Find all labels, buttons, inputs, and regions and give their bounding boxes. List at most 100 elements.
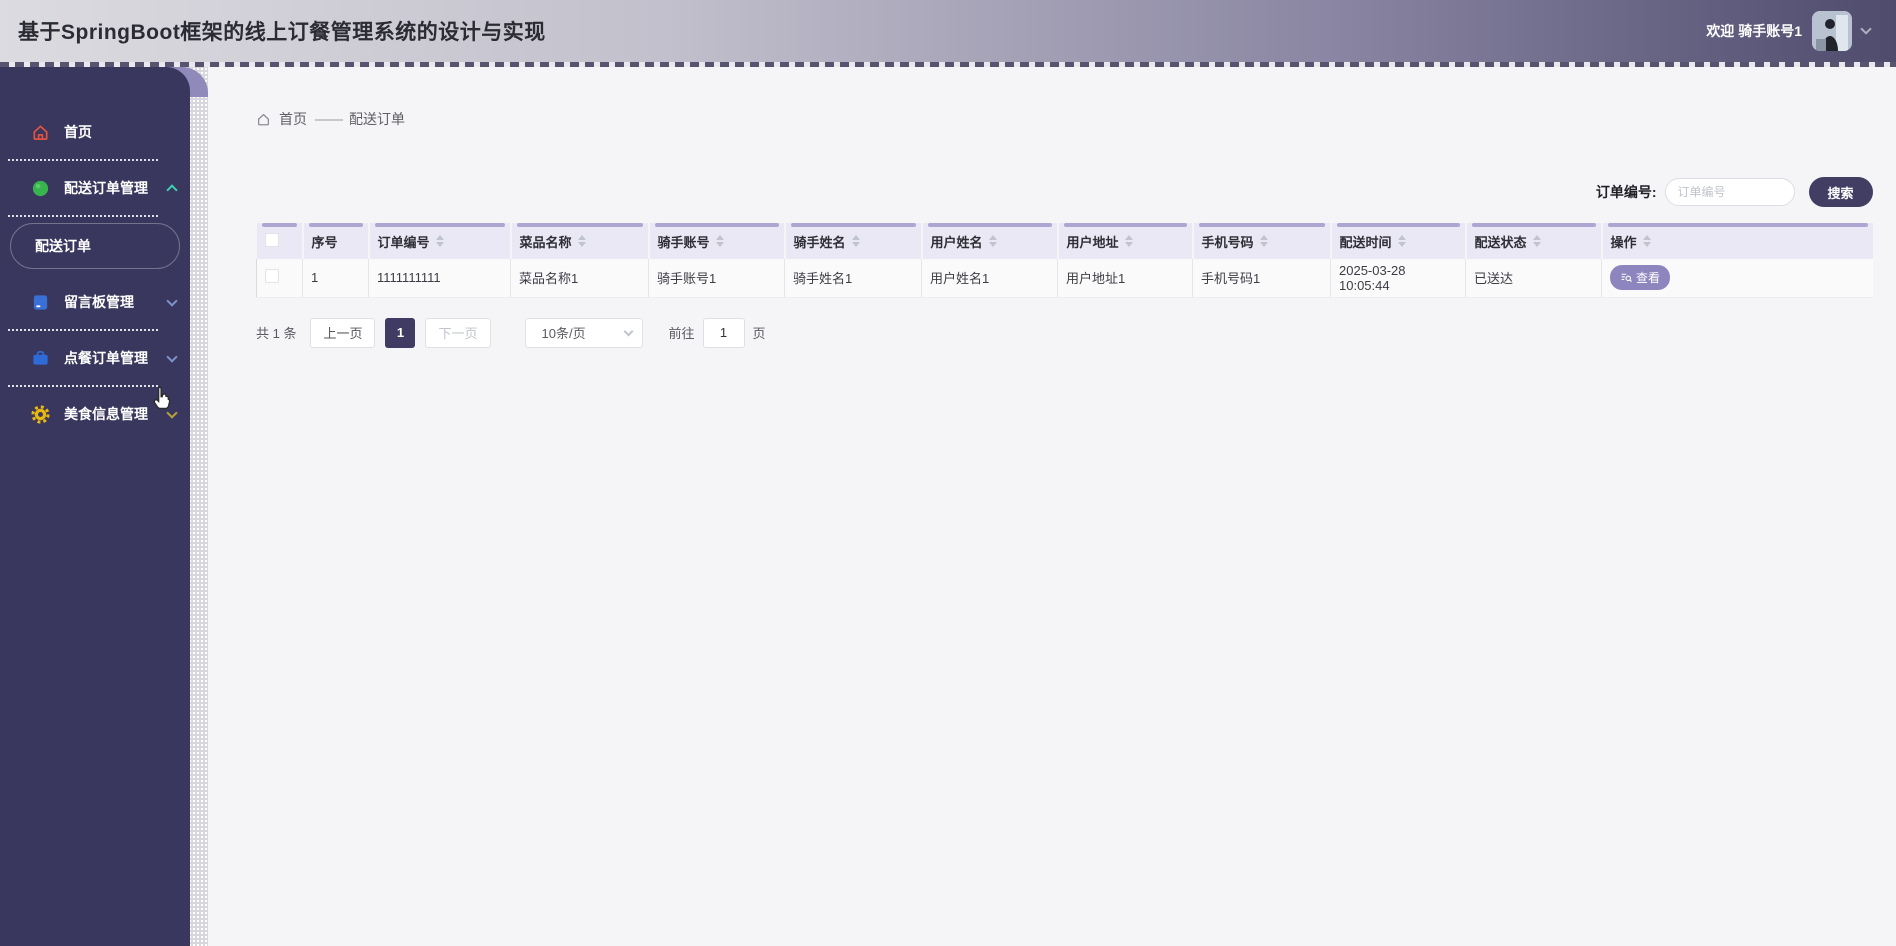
column-label: 骑手账号 <box>657 234 710 250</box>
goto-label: 前往 <box>668 326 695 341</box>
sort-carets-icon <box>988 235 997 247</box>
sort-carets-icon <box>577 235 586 247</box>
cell-rider-account: 骑手账号1 <box>648 259 785 298</box>
column-label: 菜品名称 <box>519 234 572 250</box>
view-button-label: 查看 <box>1636 271 1661 286</box>
column-label: 用户姓名 <box>930 234 983 250</box>
column-label: 操作 <box>1610 234 1637 250</box>
chevron-down-icon <box>623 326 633 336</box>
main-content: 首页 —— 配送订单 订单编号: 搜索 序号 订单编号 菜品名称 骑手账号 <box>208 67 1896 946</box>
sort-carets-icon <box>1259 235 1268 247</box>
user-avatar[interactable] <box>1812 11 1852 51</box>
chevron-down-icon <box>166 351 178 363</box>
column-header-actions[interactable]: 操作 <box>1600 223 1873 259</box>
next-page-button[interactable]: 下一页 <box>425 317 491 348</box>
column-label: 骑手姓名 <box>793 234 846 250</box>
sidebar-column: 首页 配送订单管理 配送订单 留言板管理 点餐订单管理 美食信息管理 <box>0 67 208 946</box>
sidebar-item-food-orders-management[interactable]: 点餐订单管理 <box>0 331 190 385</box>
green-dot-icon <box>30 178 50 198</box>
goto-page: 前往 页 <box>668 317 766 348</box>
order-number-input[interactable] <box>1664 178 1795 206</box>
user-dropdown-chevron-icon <box>1860 23 1872 35</box>
sidebar-item-label: 首页 <box>64 124 92 140</box>
sidebar-item-label: 留言板管理 <box>64 294 134 310</box>
column-label: 手机号码 <box>1201 234 1254 250</box>
column-label: 订单编号 <box>377 234 430 250</box>
page-size-select[interactable]: 10条/页 <box>524 317 643 348</box>
view-magnifier-icon <box>1621 273 1632 283</box>
breadcrumb: 首页 —— 配送订单 <box>256 109 1873 129</box>
sort-carets-icon <box>1397 235 1406 247</box>
page-size-value: 10条/页 <box>541 326 586 341</box>
pagination-total: 共 1 条 <box>256 326 297 341</box>
sidebar-nav: 首页 配送订单管理 配送订单 留言板管理 点餐订单管理 美食信息管理 <box>0 67 190 946</box>
column-header-delivery-time[interactable]: 配送时间 <box>1329 223 1466 259</box>
pagination: 共 1 条 上一页 1 下一页 10条/页 前往 页 <box>256 317 1873 348</box>
column-label: 配送时间 <box>1339 234 1392 250</box>
welcome-text: 欢迎 骑手账号1 <box>1706 23 1802 39</box>
search-label: 订单编号: <box>1595 184 1657 200</box>
orders-table: 序号 订单编号 菜品名称 骑手账号 骑手姓名 用户姓名 用户地址 手机号码 配送… <box>256 223 1873 298</box>
column-header-rider-account[interactable]: 骑手账号 <box>647 223 785 259</box>
user-area[interactable]: 欢迎 骑手账号1 <box>1706 11 1896 51</box>
view-button[interactable]: 查看 <box>1610 265 1671 291</box>
cell-actions: 查看 <box>1601 259 1873 298</box>
sort-carets-icon <box>1124 235 1133 247</box>
menu-separator <box>8 215 158 217</box>
cell-order-number: 1111111111 <box>368 259 511 298</box>
breadcrumb-current: 配送订单 <box>349 111 405 127</box>
cell-delivery-status: 已送达 <box>1465 259 1602 298</box>
page-number-active[interactable]: 1 <box>385 317 416 348</box>
cell-select <box>256 259 303 298</box>
home-icon <box>30 122 50 142</box>
app-title: 基于SpringBoot框架的线上订餐管理系统的设计与实现 <box>18 21 546 44</box>
header-select-all[interactable] <box>256 223 303 259</box>
column-header-phone[interactable]: 手机号码 <box>1191 223 1331 259</box>
sort-carets-icon <box>1642 235 1651 247</box>
sidebar-item-delivery-orders-management[interactable]: 配送订单管理 <box>0 161 190 215</box>
cell-user-address: 用户地址1 <box>1057 259 1193 298</box>
sidebar-item-message-board-management[interactable]: 留言板管理 <box>0 275 190 329</box>
column-label: 用户地址 <box>1066 234 1119 250</box>
breadcrumb-separator: —— <box>315 110 343 128</box>
sort-carets-icon <box>851 235 860 247</box>
sidebar-subitem-delivery-orders[interactable]: 配送订单 <box>10 223 180 269</box>
sidebar-item-home[interactable]: 首页 <box>0 105 190 159</box>
sort-carets-icon <box>435 235 444 247</box>
cell-index: 1 <box>302 259 369 298</box>
mouse-cursor-icon <box>148 383 178 413</box>
sort-carets-icon <box>1532 235 1541 247</box>
cell-rider-name: 骑手姓名1 <box>784 259 922 298</box>
breadcrumb-home[interactable]: 首页 <box>279 109 307 129</box>
column-header-dish-name[interactable]: 菜品名称 <box>509 223 649 259</box>
gear-icon <box>30 404 50 424</box>
sort-carets-icon <box>715 235 724 247</box>
column-header-user-address[interactable]: 用户地址 <box>1056 223 1193 259</box>
column-header-index[interactable]: 序号 <box>301 223 369 259</box>
sidebar-item-label: 配送订单管理 <box>64 180 148 196</box>
chevron-up-icon <box>166 184 178 196</box>
sidebar-item-label: 点餐订单管理 <box>64 350 148 366</box>
select-all-checkbox[interactable] <box>264 232 279 247</box>
app-header: 基于SpringBoot框架的线上订餐管理系统的设计与实现 欢迎 骑手账号1 <box>0 0 1896 62</box>
table-header-row: 序号 订单编号 菜品名称 骑手账号 骑手姓名 用户姓名 用户地址 手机号码 配送… <box>256 223 1873 259</box>
search-bar: 订单编号: 搜索 <box>256 177 1873 207</box>
goto-page-input[interactable] <box>702 317 745 348</box>
column-header-order-number[interactable]: 订单编号 <box>367 223 511 259</box>
cell-dish-name: 菜品名称1 <box>510 259 649 298</box>
goto-unit: 页 <box>752 326 766 341</box>
person-silhouette-icon <box>1812 11 1852 51</box>
cell-phone: 手机号码1 <box>1192 259 1331 298</box>
sidebar-subitem-label: 配送订单 <box>35 238 91 254</box>
row-checkbox[interactable] <box>265 269 279 284</box>
prev-page-button[interactable]: 上一页 <box>310 317 376 348</box>
chevron-down-icon <box>166 295 178 307</box>
search-button[interactable]: 搜索 <box>1808 177 1873 207</box>
cell-user-name: 用户姓名1 <box>921 259 1058 298</box>
column-header-user-name[interactable]: 用户姓名 <box>920 223 1058 259</box>
table-row: 1 1111111111 菜品名称1 骑手账号1 骑手姓名1 用户姓名1 用户地… <box>256 259 1873 298</box>
column-label: 配送状态 <box>1474 234 1527 250</box>
column-header-rider-name[interactable]: 骑手姓名 <box>783 223 922 259</box>
column-label: 序号 <box>311 234 338 250</box>
column-header-delivery-status[interactable]: 配送状态 <box>1464 223 1602 259</box>
